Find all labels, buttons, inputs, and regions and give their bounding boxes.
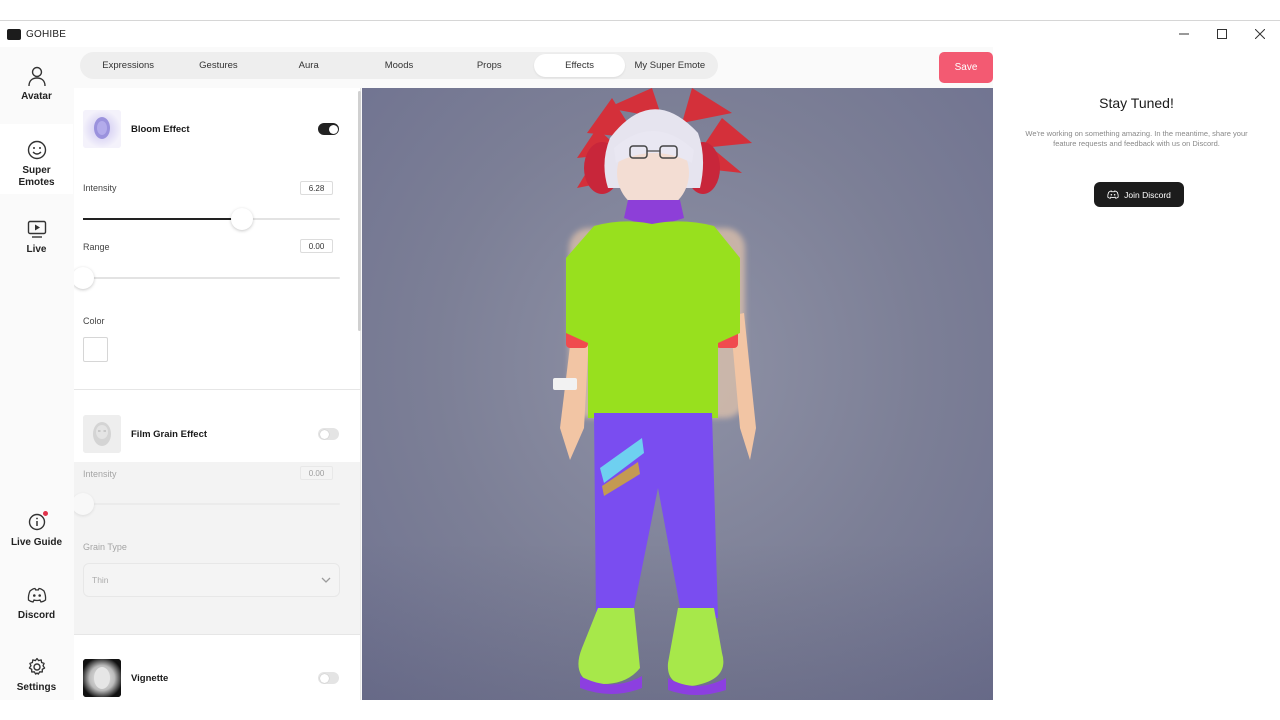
tab-gestures[interactable]: Gestures	[173, 54, 263, 77]
slider-fill	[83, 218, 243, 220]
app-logo-icon	[7, 28, 21, 40]
film-grain-intensity-value[interactable]: 0.00	[300, 466, 333, 480]
effects-panel: Bloom Effect Intensity 6.28 Range 0.00 C…	[74, 88, 361, 700]
film-grain-intensity-slider[interactable]	[74, 493, 340, 515]
grain-type-value: Thin	[92, 575, 109, 585]
tab-expressions[interactable]: Expressions	[83, 54, 173, 77]
title-bar: GOHIBE	[0, 21, 1280, 47]
vignette-thumbnail	[83, 659, 121, 697]
film-grain-effect-name: Film Grain Effect	[131, 428, 208, 440]
join-discord-button[interactable]: Join Discord	[1094, 182, 1184, 207]
sidebar-item-discord[interactable]: Discord	[0, 584, 73, 622]
stay-tuned-title: Stay Tuned!	[1099, 95, 1174, 111]
bloom-intensity-label: Intensity	[83, 183, 117, 193]
bloom-range-slider[interactable]	[74, 267, 340, 289]
discord-icon	[27, 587, 46, 603]
bloom-color-label: Color	[83, 316, 105, 326]
maximize-icon	[1217, 29, 1227, 39]
join-discord-label: Join Discord	[1124, 189, 1171, 200]
bloom-effect-name: Bloom Effect	[131, 123, 190, 135]
sidebar-item-live-guide[interactable]: Live Guide	[0, 511, 73, 549]
grain-type-select[interactable]: Thin	[83, 563, 340, 597]
tab-aura[interactable]: Aura	[264, 54, 354, 77]
close-icon	[1255, 29, 1265, 39]
slider-thumb[interactable]	[74, 493, 94, 515]
top-margin	[0, 0, 1280, 20]
sidebar-item-super-emotes[interactable]: Super Emotes	[0, 124, 73, 194]
vignette-effect-header: Vignette	[83, 659, 339, 697]
app-title: GOHIBE	[26, 28, 67, 40]
app-window: GOHIBE Avatar Super Emotes Live Live Gui…	[0, 20, 1280, 700]
sidebar-item-label: Live	[26, 244, 47, 255]
category-tabs: Expressions Gestures Aura Moods Props Ef…	[80, 52, 718, 79]
chevron-down-icon	[321, 577, 331, 583]
tab-my-super-emote[interactable]: My Super Emote	[625, 54, 715, 77]
bloom-intensity-value[interactable]: 6.28	[300, 181, 333, 195]
person-icon	[27, 66, 46, 87]
play-screen-icon	[27, 220, 46, 238]
sidebar-item-label: Avatar	[21, 91, 52, 102]
discord-icon	[1107, 189, 1119, 199]
sidebar: Avatar Super Emotes Live Live Guide Disc…	[0, 47, 73, 700]
maximize-button[interactable]	[1202, 21, 1242, 47]
sidebar-item-label: Live Guide	[10, 537, 63, 548]
bloom-effect-header: Bloom Effect	[83, 110, 339, 148]
minimize-icon	[1179, 33, 1189, 35]
section-divider	[74, 634, 360, 635]
save-button[interactable]: Save	[939, 52, 993, 83]
film-grain-thumbnail	[83, 415, 121, 453]
grain-type-label: Grain Type	[83, 542, 127, 552]
sidebar-item-label: Settings	[16, 682, 57, 693]
tab-props[interactable]: Props	[444, 54, 534, 77]
vignette-toggle[interactable]	[318, 672, 339, 684]
bloom-intensity-slider[interactable]	[83, 208, 340, 230]
slider-thumb[interactable]	[231, 208, 254, 230]
film-grain-intensity-label: Intensity	[83, 469, 117, 479]
sidebar-item-live[interactable]: Live	[0, 218, 73, 256]
film-grain-toggle[interactable]	[318, 428, 339, 440]
stay-tuned-text: We're working on something amazing. In t…	[1025, 129, 1248, 148]
tab-effects[interactable]: Effects	[534, 54, 625, 77]
bloom-range-label: Range	[83, 242, 110, 252]
close-button[interactable]	[1240, 21, 1280, 47]
bloom-effect-thumbnail	[83, 110, 121, 148]
section-divider	[74, 389, 360, 390]
tab-moods[interactable]: Moods	[354, 54, 444, 77]
vignette-effect-name: Vignette	[131, 672, 169, 684]
avatar-viewport[interactable]	[362, 88, 993, 700]
film-grain-settings: Intensity 0.00 Grain Type Thin	[74, 462, 360, 634]
minimize-button[interactable]	[1164, 21, 1204, 47]
film-grain-effect-header: Film Grain Effect	[83, 415, 339, 453]
bloom-color-swatch[interactable]	[83, 337, 108, 362]
panel-scrollbar[interactable]	[358, 91, 361, 331]
bloom-effect-toggle[interactable]	[318, 123, 339, 135]
sidebar-item-label: Discord	[17, 610, 56, 621]
sidebar-item-label: Super Emotes	[18, 165, 55, 188]
gear-icon	[28, 657, 45, 675]
avatar-figure	[553, 88, 756, 695]
bloom-range-value[interactable]: 0.00	[300, 239, 333, 253]
sidebar-item-avatar[interactable]: Avatar	[0, 65, 73, 103]
smiley-icon	[27, 140, 46, 160]
sidebar-item-settings[interactable]: Settings	[0, 656, 73, 694]
info-icon	[26, 511, 48, 533]
slider-thumb[interactable]	[74, 267, 94, 289]
notification-dot	[42, 511, 48, 516]
info-panel: Stay Tuned! We're working on something a…	[993, 47, 1280, 700]
